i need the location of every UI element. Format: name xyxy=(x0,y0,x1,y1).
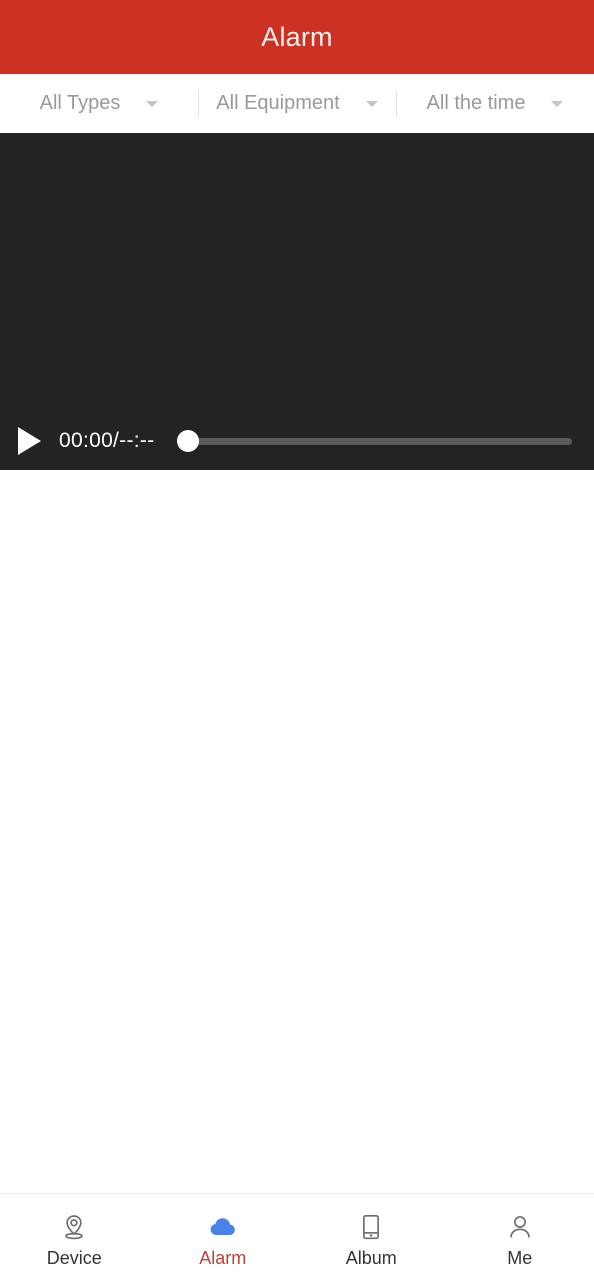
location-pin-icon xyxy=(59,1212,89,1242)
bottom-navigation-bar: Device Alarm Album Me xyxy=(0,1193,594,1280)
video-surface[interactable] xyxy=(0,133,594,412)
chevron-down-icon xyxy=(365,100,378,107)
nav-label-album: Album xyxy=(345,1247,397,1268)
alarm-list-area xyxy=(0,470,594,1193)
video-player[interactable]: 00:00/--:-- xyxy=(0,133,594,470)
play-icon[interactable] xyxy=(18,427,41,455)
filter-label-equipment: All Equipment xyxy=(216,92,340,114)
nav-item-device[interactable]: Device xyxy=(0,1208,149,1267)
phone-icon xyxy=(356,1212,386,1242)
page-title: Alarm xyxy=(261,21,333,52)
video-seek-bar[interactable] xyxy=(176,428,572,454)
video-controls-bar: 00:00/--:-- xyxy=(0,412,594,470)
nav-item-me[interactable]: Me xyxy=(446,1208,594,1267)
video-time-display: 00:00/--:-- xyxy=(59,429,155,452)
filter-dropdown-time[interactable]: All the time xyxy=(396,74,594,133)
user-icon xyxy=(505,1212,535,1242)
filter-bar: All Types All Equipment All the time xyxy=(0,74,594,133)
filter-label-types: All Types xyxy=(39,92,121,114)
chevron-down-icon xyxy=(551,100,564,107)
nav-label-me: Me xyxy=(507,1247,533,1268)
chevron-down-icon xyxy=(146,100,159,107)
filter-label-time: All the time xyxy=(426,92,526,114)
nav-item-album[interactable]: Album xyxy=(297,1208,446,1267)
nav-item-alarm[interactable]: Alarm xyxy=(149,1208,298,1267)
seek-thumb[interactable] xyxy=(176,430,199,452)
seek-track xyxy=(176,437,572,445)
filter-dropdown-types[interactable]: All Types xyxy=(0,74,198,133)
app-header: Alarm xyxy=(0,0,594,74)
filter-dropdown-equipment[interactable]: All Equipment xyxy=(198,74,396,133)
nav-label-alarm: Alarm xyxy=(199,1247,247,1268)
nav-label-device: Device xyxy=(46,1247,102,1268)
cloud-icon xyxy=(208,1212,238,1242)
